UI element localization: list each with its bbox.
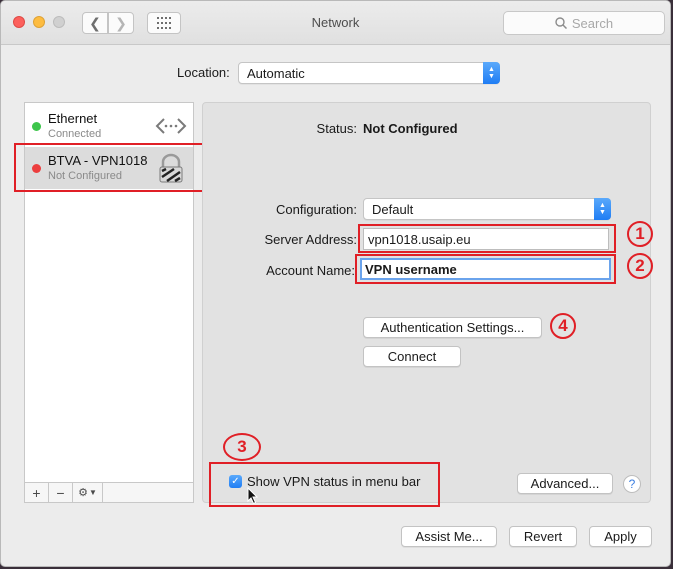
- advanced-button[interactable]: Advanced...: [517, 473, 613, 494]
- search-field[interactable]: Search: [503, 11, 665, 35]
- chevron-down-icon: ▼: [88, 488, 97, 497]
- search-placeholder: Search: [571, 15, 614, 31]
- not-configured-status-dot: [32, 164, 41, 173]
- configuration-popup[interactable]: Default ▲ ▼: [363, 198, 611, 220]
- checkmark-icon: ✓: [231, 476, 240, 487]
- annotation-badge-2: 2: [627, 253, 653, 279]
- add-service-button[interactable]: +: [25, 483, 49, 502]
- annotation-badge-1: 1: [627, 221, 653, 247]
- connected-status-dot: [32, 122, 41, 131]
- ethernet-arrows-icon: [155, 118, 187, 134]
- apply-button[interactable]: Apply: [589, 526, 652, 547]
- service-item-ethernet[interactable]: Ethernet Connected: [25, 105, 193, 147]
- location-label: Location:: [177, 65, 230, 80]
- popup-arrows-icon: ▲ ▼: [594, 198, 611, 220]
- show-vpn-status-checkbox[interactable]: ✓: [229, 475, 242, 488]
- authentication-settings-button[interactable]: Authentication Settings...: [363, 317, 542, 338]
- network-preferences-window: ❮ ❯ Network Search Location: Automatic ▲…: [0, 0, 671, 567]
- annotation-badge-4: 4: [550, 313, 576, 339]
- status-label: Status:: [316, 121, 357, 136]
- server-address-label: Server Address:: [264, 232, 358, 247]
- account-name-label: Account Name:: [266, 263, 355, 278]
- revert-button[interactable]: Revert: [509, 526, 577, 547]
- assist-me-button[interactable]: Assist Me...: [401, 526, 497, 547]
- annotation-badge-3: 3: [223, 433, 261, 461]
- search-icon: [555, 17, 567, 29]
- service-list-toolbar: + − ⚙ ▼: [24, 483, 194, 503]
- service-action-menu-button[interactable]: ⚙ ▼: [73, 483, 103, 502]
- vpn-lock-icon: [159, 153, 183, 183]
- server-address-field[interactable]: vpn1018.usaip.eu: [363, 228, 609, 250]
- configuration-label: Configuration:: [276, 202, 357, 217]
- service-name: BTVA - VPN1018: [48, 153, 148, 168]
- location-popup[interactable]: Automatic ▲ ▼: [238, 62, 500, 84]
- service-status: Connected: [48, 128, 102, 140]
- show-vpn-status-label: Show VPN status in menu bar: [247, 474, 421, 489]
- gear-icon: ⚙: [78, 487, 88, 499]
- vpn-details-panel: [202, 102, 651, 503]
- account-name-field[interactable]: VPN username: [360, 258, 611, 280]
- service-status: Not Configured: [48, 170, 122, 182]
- title-bar: ❮ ❯ Network Search: [1, 1, 670, 45]
- connect-button[interactable]: Connect: [363, 346, 461, 367]
- remove-service-button[interactable]: −: [49, 483, 73, 502]
- configuration-value: Default: [372, 201, 414, 217]
- popup-arrows-icon: ▲ ▼: [483, 62, 500, 84]
- help-button[interactable]: ?: [623, 475, 641, 493]
- status-value: Not Configured: [363, 121, 458, 136]
- service-list: Ethernet Connected BTVA - VPN1018 Not Co…: [24, 102, 194, 483]
- service-name: Ethernet: [48, 111, 98, 126]
- location-value: Automatic: [247, 65, 305, 81]
- service-item-vpn[interactable]: BTVA - VPN1018 Not Configured: [25, 147, 193, 189]
- mouse-cursor-icon: [247, 487, 259, 505]
